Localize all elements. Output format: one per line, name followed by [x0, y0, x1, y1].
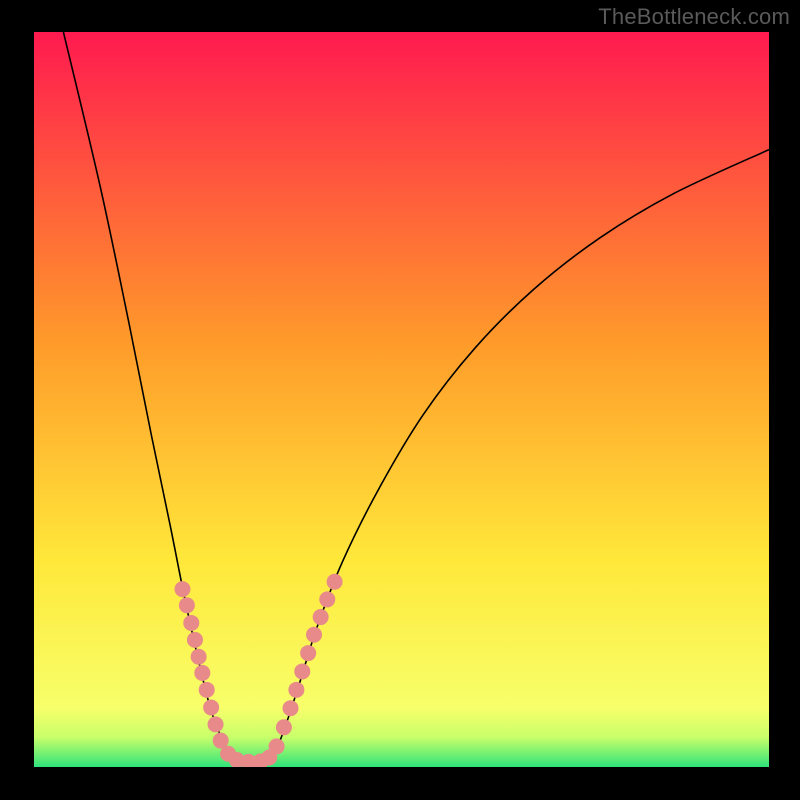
data-point	[187, 632, 203, 648]
plot-area	[34, 32, 769, 767]
data-point	[319, 591, 335, 607]
watermark-text: TheBottleneck.com	[598, 4, 790, 30]
data-point	[208, 716, 224, 732]
data-point	[183, 615, 199, 631]
data-point	[276, 719, 292, 735]
data-point	[288, 682, 304, 698]
data-point	[283, 700, 299, 716]
data-point	[306, 627, 322, 643]
data-point	[300, 645, 316, 661]
data-point	[191, 649, 207, 665]
data-point	[294, 663, 310, 679]
data-point	[313, 609, 329, 625]
data-point	[269, 738, 285, 754]
data-point	[203, 699, 219, 715]
chart-svg	[34, 32, 769, 767]
data-point	[199, 682, 215, 698]
chart-container: TheBottleneck.com	[0, 0, 800, 800]
data-point	[194, 665, 210, 681]
data-point	[327, 574, 343, 590]
data-point	[174, 581, 190, 597]
data-point	[179, 597, 195, 613]
